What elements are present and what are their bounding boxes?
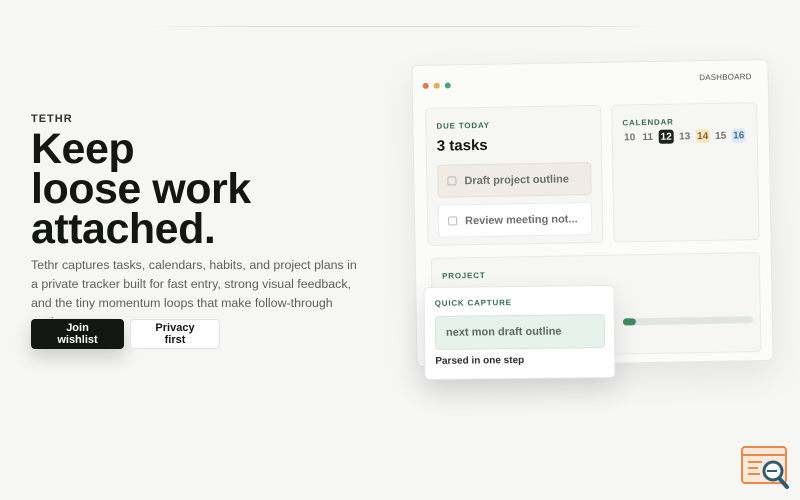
calendar-day[interactable]: 10 bbox=[623, 130, 637, 144]
calendar-day[interactable]: 13 bbox=[678, 129, 692, 143]
calendar-day[interactable]: 15 bbox=[714, 129, 728, 143]
headline-line: loose work bbox=[31, 165, 251, 213]
quick-capture-card: QUICK CAPTURE next mon draft outline Par… bbox=[423, 285, 616, 380]
privacy-first-button[interactable]: Privacy first bbox=[130, 319, 220, 349]
quick-capture-label: QUICK CAPTURE bbox=[434, 298, 512, 308]
window-dot-green bbox=[444, 82, 451, 89]
task-item[interactable]: Review meeting not... bbox=[437, 202, 593, 238]
calendar-day-today[interactable]: 12 bbox=[658, 129, 674, 144]
checkbox-icon[interactable] bbox=[447, 176, 457, 186]
task-item[interactable]: Draft project outline bbox=[437, 162, 592, 198]
calendar-days: 10 11 12 13 14 15 16 bbox=[623, 128, 747, 144]
dashboard-title: DASHBOARD bbox=[699, 72, 752, 83]
project-progress-bar bbox=[622, 316, 753, 326]
page-headline: Keep loose work attached. bbox=[31, 125, 371, 253]
calendar-label: CALENDAR bbox=[622, 117, 674, 128]
due-today-label: DUE TODAY bbox=[436, 120, 490, 131]
window-dot-yellow bbox=[433, 82, 440, 89]
project-label: PROJECT bbox=[442, 270, 486, 281]
due-task-count: 3 tasks bbox=[436, 136, 488, 155]
due-today-card: DUE TODAY 3 tasks Draft project outline … bbox=[425, 104, 604, 246]
calendar-day-highlighted[interactable]: 14 bbox=[695, 128, 710, 144]
project-progress-fill bbox=[622, 318, 636, 326]
task-label: Draft project outline bbox=[464, 172, 570, 187]
window-controls bbox=[422, 82, 451, 89]
search-document-logo-icon bbox=[741, 446, 789, 489]
task-label: Review meeting not... bbox=[465, 212, 578, 227]
hero-section: TETHR Keep loose work attached. Tethr ca… bbox=[31, 113, 371, 332]
quick-capture-input[interactable]: next mon draft outline bbox=[434, 314, 606, 350]
top-divider bbox=[145, 26, 665, 27]
brand-name: TETHR bbox=[31, 113, 73, 125]
cta-buttons: Join wishlist Privacy first bbox=[31, 319, 220, 349]
checkbox-icon[interactable] bbox=[448, 216, 458, 226]
calendar-day[interactable]: 11 bbox=[641, 130, 655, 144]
join-wishlist-button[interactable]: Join wishlist bbox=[31, 319, 124, 349]
window-dot-red bbox=[422, 82, 429, 89]
calendar-card: CALENDAR 10 11 12 13 14 15 16 bbox=[611, 102, 760, 243]
parse-status: Parsed in one step bbox=[435, 354, 525, 367]
calendar-day-highlighted[interactable]: 16 bbox=[731, 128, 746, 143]
headline-line: Keep bbox=[31, 125, 135, 173]
headline-line: attached. bbox=[31, 205, 216, 253]
